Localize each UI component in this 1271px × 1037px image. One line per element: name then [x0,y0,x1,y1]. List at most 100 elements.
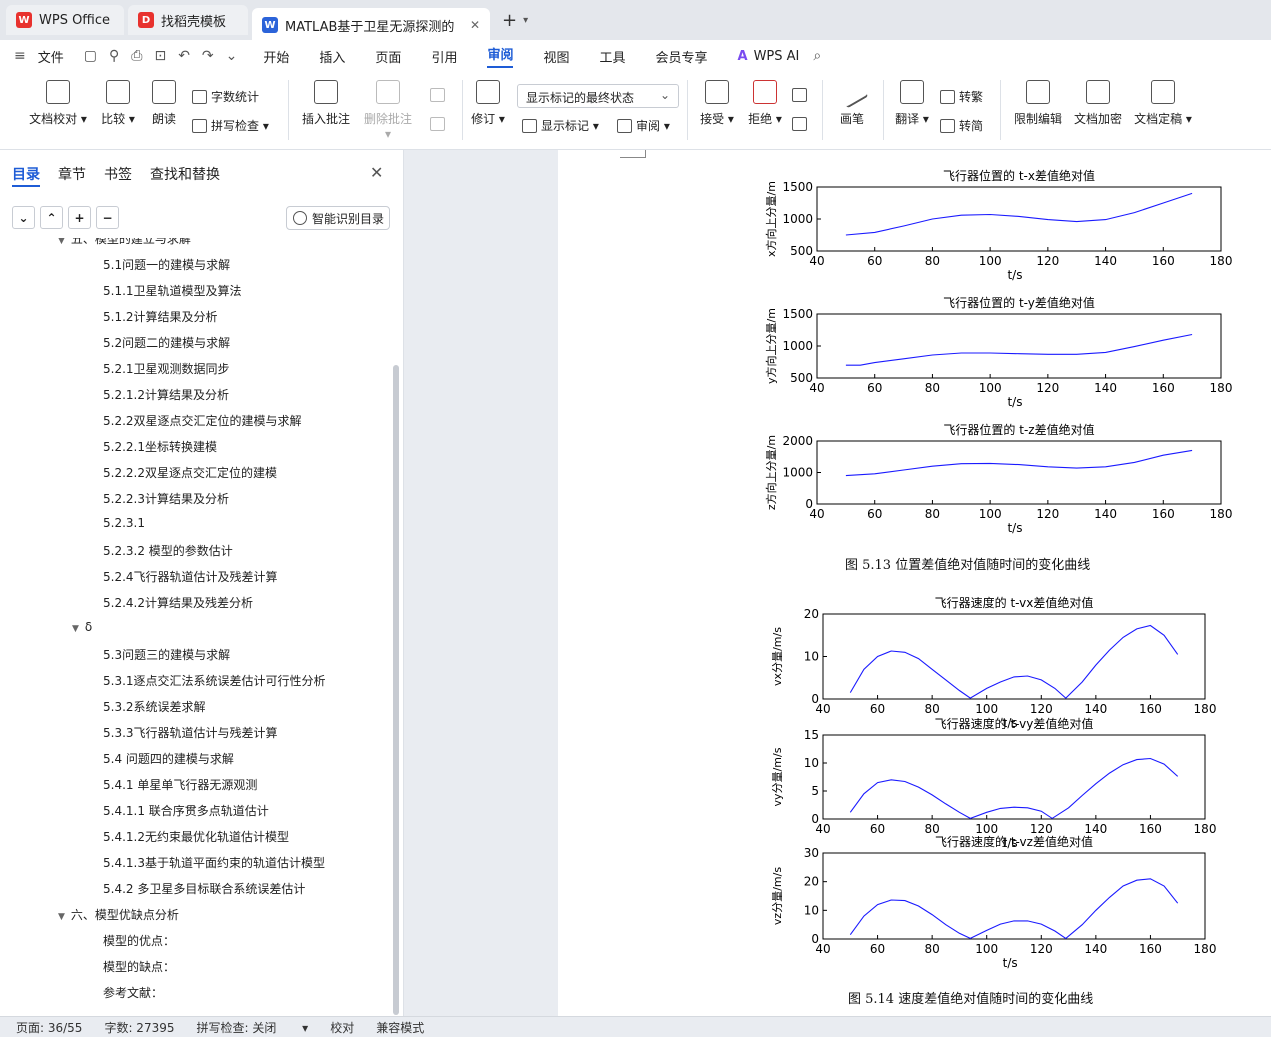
word-count-indicator[interactable]: 字数: 27395 [104,1019,174,1036]
tab-template[interactable]: D 找稻壳模板 [128,5,248,35]
toc-item[interactable]: 5.2.4飞行器轨道估计及残差计算 [103,568,278,585]
share-icon[interactable]: ⚲ [109,48,119,64]
close-icon[interactable]: ✕ [370,163,383,182]
compare-button[interactable]: 比较 ▾ [98,80,138,127]
toc-item[interactable]: ▼ 五、模型的建立与求解 [58,238,191,247]
expand-arrow-icon[interactable]: ▼ [58,238,65,246]
menu-file[interactable]: 文件 [38,47,64,66]
page-indicator[interactable]: 页面: 36/55 [16,1019,82,1036]
nav-tab-chapter[interactable]: 章节 [58,164,86,184]
add-icon[interactable]: + [68,206,91,229]
toc-item[interactable]: ▼ δ [72,620,92,634]
toc-item[interactable]: ▼ 六、模型优缺点分析 [58,906,179,923]
menu-reference[interactable]: 引用 [431,47,457,66]
toc-item[interactable]: 5.4.1.1 联合序贯多点轨道估计 [103,802,269,819]
remove-icon[interactable]: − [96,206,119,229]
hamburger-icon[interactable]: ≡ [14,48,26,64]
toc-item[interactable]: 5.1.2计算结果及分析 [103,308,218,325]
spell-check-indicator[interactable]: 拼写检查: 关闭 ▾ [197,1019,309,1036]
expand-arrow-icon[interactable]: ▼ [72,624,79,634]
toc-item[interactable]: 5.1问题一的建模与求解 [103,256,230,273]
proof-indicator[interactable]: 校对 [330,1019,354,1036]
markup-state-select[interactable]: 显示标记的最终状态 ⌄ [517,84,679,108]
insert-comment-button[interactable]: 插入批注 [298,80,354,127]
toc-item[interactable]: 5.2.1.2计算结果及分析 [103,386,229,403]
plot-frame [822,734,1206,820]
doc-check-button[interactable]: 文档校对 ▾ [28,80,88,127]
toc-item[interactable]: 5.4.2 多卫星多目标联合系统误差估计 [103,880,305,897]
collapse-down-icon[interactable]: ⌄ [12,206,35,229]
prev-comment-button[interactable] [430,88,449,102]
menu-member[interactable]: 会员专享 [656,47,708,66]
print-preview-icon[interactable]: ⊡ [154,48,166,64]
pen-button[interactable]: 画笔 [834,75,870,127]
next-change-button[interactable] [792,117,811,131]
menu-home[interactable]: 开始 [263,47,289,66]
toc-item[interactable]: 模型的缺点： [103,958,175,975]
to-simplified-button[interactable]: 转简 [940,117,983,134]
nav-tab-toc[interactable]: 目录 [12,164,40,184]
show-markup-icon [522,118,537,133]
tab-wps-office[interactable]: W WPS Office [6,5,124,35]
toc-item[interactable]: 5.2.1卫星观测数据同步 [103,360,230,377]
toc-item[interactable]: 5.4.1 单星单飞行器无源观测 [103,776,257,793]
toc-scrollbar[interactable] [393,365,399,1015]
save-icon[interactable]: ▢ [84,48,97,64]
menu-page[interactable]: 页面 [375,47,401,66]
new-tab-icon[interactable]: + [502,10,517,31]
tab-document[interactable]: W MATLAB基于卫星无源探测的空 ✕ [252,7,490,43]
toc-item[interactable]: 5.3.3飞行器轨道估计与残差计算 [103,724,278,741]
restrict-edit-button[interactable]: 限制编辑 [1012,80,1064,127]
toc-item[interactable]: 5.4.1.2无约束最优化轨道估计模型 [103,828,289,845]
toc-item[interactable]: 5.3.1逐点交汇法系统误差估计可行性分析 [103,672,326,689]
toc-item[interactable]: 5.2.2.1坐标转换建模 [103,438,217,455]
toc-item[interactable]: 5.1.1卫星轨道模型及算法 [103,282,242,299]
translate-button[interactable]: 翻译 ▾ [893,80,931,127]
toc-item[interactable]: 5.4 问题四的建模与求解 [103,750,234,767]
toc-item[interactable]: 5.3.2系统误差求解 [103,698,206,715]
print-icon[interactable]: ⎙ [131,48,142,64]
menu-view[interactable]: 视图 [543,47,569,66]
toc-item[interactable]: 5.2.3.2 模型的参数估计 [103,542,233,559]
undo-icon[interactable]: ↶ [178,48,190,64]
expand-arrow-icon[interactable]: ▼ [58,912,65,922]
toc-item[interactable]: 5.4.1.3基于轨道平面约束的轨道估计模型 [103,854,325,871]
toc-item[interactable]: 5.2.2.2双星逐点交汇定位的建模 [103,464,277,481]
nav-tab-find-replace[interactable]: 查找和替换 [150,164,220,184]
expand-up-icon[interactable]: ⌃ [40,206,63,229]
menu-review[interactable]: 审阅 [487,44,514,68]
word-count-button[interactable]: 字数统计 [192,88,259,105]
toc-item[interactable]: 5.2.4.2计算结果及残差分析 [103,594,253,611]
close-icon[interactable]: ✕ [470,18,480,32]
show-markup-button[interactable]: 显示标记 ▾ [522,117,599,134]
menu-tools[interactable]: 工具 [599,47,625,66]
toc-item[interactable]: 5.3问题三的建模与求解 [103,646,230,663]
encrypt-button[interactable]: 文档加密 [1072,80,1124,127]
accept-button[interactable]: 接受 ▾ [697,80,737,127]
toc-item[interactable]: 模型的优点： [103,932,175,949]
to-traditional-button[interactable]: 转繁 [940,88,983,105]
review-pane-button[interactable]: 审阅 ▾ [617,117,670,134]
search-icon[interactable]: ⌕ [813,48,821,64]
toc-item[interactable]: 5.2.2.3计算结果及分析 [103,490,229,507]
smart-toc-button[interactable]: 智能识别目录 [286,206,390,230]
review-pane-icon [617,118,632,133]
chevron-down-icon[interactable]: ▾ [523,15,528,26]
menu-wps-ai[interactable]: WPS AI [754,49,800,64]
menu-insert[interactable]: 插入 [319,47,345,66]
finalize-button[interactable]: 文档定稿 ▾ [1132,80,1194,127]
toc-item[interactable]: 5.2.2双星逐点交汇定位的建模与求解 [103,412,302,429]
toc-item[interactable]: 5.2问题二的建模与求解 [103,334,230,351]
toc-item[interactable]: 5.2.3.1 [103,516,145,530]
nav-tab-bookmark[interactable]: 书签 [104,164,132,184]
read-aloud-button[interactable]: 朗读 [146,80,182,127]
next-comment-button[interactable] [430,117,449,131]
redo-icon[interactable]: ↷ [202,48,214,64]
toc-item[interactable]: 参考文献： [103,984,163,1001]
reject-button[interactable]: 拒绝 ▾ [745,80,785,127]
spell-check-button[interactable]: 拼写检查 ▾ [192,117,269,134]
delete-comment-button[interactable]: 删除批注 ▾ [360,80,416,141]
revise-button[interactable]: 修订 ▾ [468,80,508,127]
prev-change-button[interactable] [792,88,811,102]
more-icon[interactable]: ⌄ [226,48,238,64]
